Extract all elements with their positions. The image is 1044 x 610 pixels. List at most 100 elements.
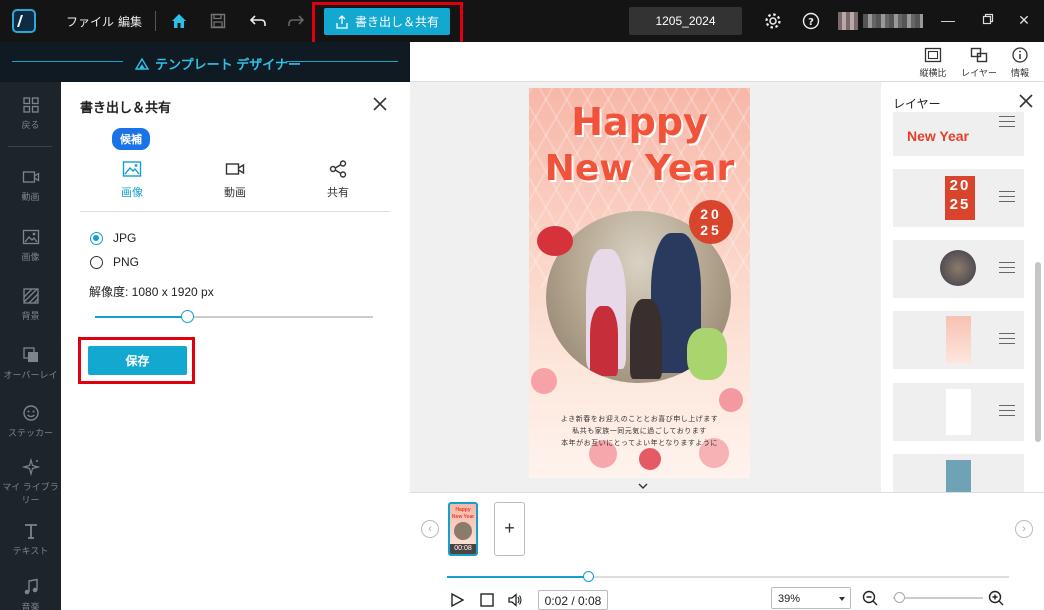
sidebar-item-background[interactable]: 背景 [0,287,61,322]
tab-video[interactable]: 動画 [205,160,265,200]
timeline-prev-button[interactable]: ‹ [421,520,439,538]
radio-dot-checked [90,231,103,245]
settings-gear-icon[interactable] [763,11,783,31]
designer-title: テンプレート デザイナー [135,54,301,73]
play-icon[interactable] [449,592,465,608]
close-icon[interactable] [1017,92,1035,110]
menu-edit[interactable]: 編集 [118,13,142,30]
layers-button[interactable]: レイヤー [959,47,999,79]
sidebar-item-music[interactable]: 音楽 [0,578,61,610]
aspect-ratio-button[interactable]: 縦横比 [913,47,953,79]
layers-icon [970,47,988,63]
drag-handle-icon[interactable] [999,191,1015,202]
zoom-slider-handle[interactable] [893,592,905,603]
timeline-clip[interactable]: Happy New Year 00:08 [448,502,478,556]
drag-handle-icon[interactable] [999,333,1015,344]
layer-item-blue-block[interactable] [893,454,1024,492]
undo-icon[interactable] [248,11,268,31]
minimize-icon[interactable]: — [940,12,956,28]
grid-icon [22,97,39,113]
save-button[interactable]: 保存 [88,346,187,375]
sidebar-item-my-library[interactable]: マイ ライブラリー [0,458,61,506]
layer-scrollbar-thumb[interactable] [1035,262,1041,442]
resolution-slider[interactable] [95,310,373,323]
window-close-icon[interactable]: ✕ [1016,12,1032,28]
export-panel-title: 書き出し＆共有 [80,100,172,115]
aspect-ratio-icon [924,47,942,63]
layer-item-year-badge[interactable]: 20 25 [893,169,1024,227]
volume-icon[interactable] [507,592,523,608]
drag-handle-icon[interactable] [999,116,1015,127]
sidebar-item-video[interactable]: 動画 [0,168,61,203]
user-avatar[interactable] [838,12,858,30]
stop-icon[interactable] [479,592,495,608]
photo-thumbnail [940,250,976,286]
plum-flower [531,368,557,394]
info-button[interactable]: 情報 [1000,47,1040,79]
year-badge[interactable]: 20 25 [689,200,733,244]
resolution-slider-handle[interactable] [180,310,194,323]
sticker-icon [22,405,39,421]
restore-icon[interactable] [980,12,996,28]
card-message-line[interactable]: よき新春をお迎えのこととお喜び申し上げます [529,414,750,424]
sidebar-item-sticker[interactable]: ステッカー [0,404,61,439]
chevron-down-icon[interactable] [637,481,649,491]
greeting-card-preview[interactable]: Happy New Year 20 25 よき新春をお迎えのこととお喜び申し上げ… [529,88,750,478]
home-icon[interactable] [169,11,189,31]
dropdown-arrow-icon [839,597,845,601]
project-name-field[interactable]: 1205_2024 [629,7,742,35]
timeline-next-button[interactable]: › [1015,520,1033,538]
sidebar-item-image[interactable]: 画像 [0,228,61,263]
layer-item-new-year-text[interactable]: New Year [893,112,1024,156]
save-disk-icon[interactable] [208,11,228,31]
export-share-button[interactable]: 書き出し＆共有 [324,8,450,35]
zoom-slider[interactable] [893,592,983,603]
format-radio-png[interactable]: PNG [90,254,190,270]
playback-scrubber[interactable] [582,571,594,582]
header-rule-right [286,61,398,62]
radio-dot [90,255,103,269]
sparkle-icon [21,458,40,476]
video-icon [22,171,39,183]
background-icon [22,288,39,304]
sidebar-divider [8,146,52,147]
card-message-line[interactable]: 本年がお互いにとってよい年となりますように [529,438,750,448]
plum-flower [719,388,743,412]
recommended-badge: 候補 [112,128,150,150]
drag-handle-icon[interactable] [999,262,1015,273]
menu-file[interactable]: ファイル [66,13,114,30]
photo-person [630,299,662,379]
sidebar-item-text[interactable]: テキスト [0,522,61,557]
background-thumbnail [946,316,971,363]
toolbar-separator [155,11,156,31]
zoom-in-icon[interactable] [988,590,1004,606]
tab-image[interactable]: 画像 [102,160,162,200]
sidebar-item-back[interactable]: 戻る [0,96,61,131]
card-message-line[interactable]: 私共も家族一同元気に過ごしております [529,426,750,436]
designer-header: テンプレート デザイナー [0,42,410,82]
zoom-out-icon[interactable] [862,590,878,606]
layer-item-photo[interactable] [893,240,1024,298]
music-icon [24,578,38,595]
card-text-happy[interactable]: Happy [529,100,750,144]
help-icon[interactable]: ? [801,11,821,31]
close-icon[interactable] [370,94,390,114]
redo-icon[interactable] [286,11,306,31]
drag-handle-icon[interactable] [999,405,1015,416]
layer-item-white-block[interactable] [893,383,1024,441]
format-radio-jpg[interactable]: JPG [90,230,190,246]
playback-progress-fill [447,576,588,578]
video-icon [225,163,245,175]
zoom-select[interactable]: 39% [771,587,851,609]
add-clip-button[interactable]: + [494,502,525,556]
playback-progress[interactable] [447,571,1009,582]
tab-share[interactable]: 共有 [308,160,368,200]
image-icon [22,229,39,245]
card-text-new-year[interactable]: New Year [529,148,750,189]
layer-item-background[interactable] [893,311,1024,369]
resolution-label: 解像度: 1080 x 1920 px [89,285,214,299]
clip-photo-thumbnail [454,522,472,540]
title-bar: ファイル 編集 書き出し＆共有 1205_2024 ? — ✕ [0,0,1044,42]
plum-flower-sticker [537,226,573,256]
sidebar-item-overlay[interactable]: オーバーレイ [0,346,61,381]
